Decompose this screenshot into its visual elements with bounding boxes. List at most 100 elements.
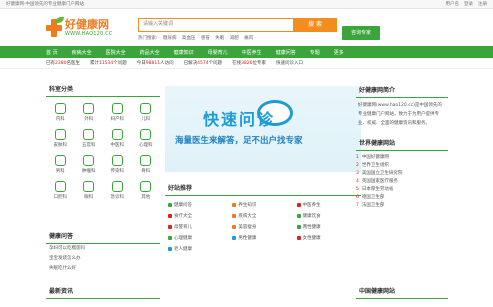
- recommend-item[interactable]: 美容瘦身: [232, 224, 296, 230]
- nav-item[interactable]: 更多: [334, 49, 344, 56]
- stats-ticker: 已有2380名医生 累计11534个问题 今日98811人访问 已解决4574个…: [0, 58, 493, 69]
- ranking-item[interactable]: 7 法国卫生部: [356, 202, 448, 210]
- category-item[interactable]: 五官科: [75, 129, 104, 148]
- stat-item: 已有2380名医生: [46, 61, 80, 66]
- category-item[interactable]: 骨科: [132, 155, 161, 174]
- category-item[interactable]: 男科: [46, 155, 75, 174]
- hot-word[interactable]: 痛风: [244, 36, 253, 41]
- stat-item: 累计11534个问题: [89, 61, 127, 66]
- ranking-item[interactable]: 5 日本厚生劳动省: [356, 186, 448, 194]
- site-logo[interactable]: 好健康网 WWW.HAO120.CC: [46, 16, 124, 37]
- recommend-item[interactable]: 健康饮食: [296, 213, 361, 219]
- department-icon: [83, 155, 95, 166]
- logo-name: 好健康网: [65, 17, 109, 31]
- hot-word[interactable]: 减肥: [230, 36, 239, 41]
- ranking-item[interactable]: 3 美国国立卫生研究院: [356, 170, 448, 178]
- category-grid: 内科 外科 妇产科 儿科 皮肤科 五官科 中医科 心理科 男科 肿瘤科 传染科 …: [46, 97, 160, 200]
- recommend-item[interactable]: 心理健康: [168, 235, 232, 241]
- ranking-panel: 世界健康网站 1 中国好健康网 2 世界卫生组织 3 美国国立卫生研究院 4 英国国家医…: [356, 139, 448, 210]
- qa-item[interactable]: 失眠吃什么好: [46, 264, 160, 274]
- recommend-item[interactable]: 健康问答: [168, 202, 232, 208]
- ranking-item[interactable]: 1 中国好健康网: [356, 154, 448, 162]
- newest-title: 最新资讯: [46, 287, 160, 299]
- cn-sites-title: 中国健康网站: [356, 287, 448, 299]
- department-icon: [83, 181, 95, 192]
- ranking-item[interactable]: 6 德国卫生部: [356, 194, 448, 202]
- login-link[interactable]: 登录: [464, 1, 473, 7]
- hot-word[interactable]: 失眠: [215, 36, 224, 41]
- stat-item: 在线3826位专家: [232, 61, 267, 66]
- qa-item[interactable]: 孕妇可以吃榴莲吗: [46, 244, 160, 254]
- hot-word[interactable]: 糖尿病: [163, 36, 177, 41]
- ranking-item[interactable]: 4 英国国家医疗服务: [356, 178, 448, 186]
- register-link[interactable]: 注册: [478, 1, 487, 7]
- nav-item[interactable]: 药品大全: [140, 49, 160, 56]
- consult-button[interactable]: 咨询专家: [342, 26, 380, 40]
- top-bar-slogan: 好健康网·中国领先的专业健康门户网站: [6, 2, 84, 7]
- category-item[interactable]: 妇产科: [103, 103, 132, 122]
- category-item[interactable]: 口腔科: [46, 181, 75, 200]
- category-item[interactable]: 心理科: [132, 129, 161, 148]
- search-input[interactable]: 请输入关键词: [138, 18, 295, 32]
- department-icon: [54, 129, 66, 140]
- recommend-item[interactable]: 女性健康: [296, 235, 361, 241]
- category-item[interactable]: 皮肤科: [46, 129, 75, 148]
- newest-panel: 最新资讯: [46, 287, 160, 299]
- recommend-item[interactable]: 食疗大全: [168, 213, 232, 219]
- hot-word[interactable]: 感冒: [201, 36, 210, 41]
- recommend-item[interactable]: 母婴育儿: [168, 224, 232, 230]
- recommend-title: 好站推荐: [165, 184, 361, 196]
- category-item[interactable]: 肿瘤科: [75, 155, 104, 174]
- category-item[interactable]: 急诊科: [103, 181, 132, 200]
- nav-item[interactable]: 医院大全: [106, 49, 126, 56]
- right-column: 好健康网简介 好健康网(www.hao120.cc)是中国领先的专业健康门户网站…: [356, 86, 448, 218]
- category-item[interactable]: 中医科: [103, 129, 132, 148]
- nav-item[interactable]: 健康知识: [174, 49, 194, 56]
- hot-label: 热门搜索:: [138, 36, 158, 41]
- category-item[interactable]: 儿科: [132, 103, 161, 122]
- top-bar: 好健康网·中国领先的专业健康门户网站 用户名 登录 注册: [0, 0, 493, 9]
- quick-consult-link[interactable]: 快速问诊入口: [276, 60, 303, 66]
- recommend-item[interactable]: 老人健康: [168, 246, 232, 252]
- nav-item-home[interactable]: 首 页: [46, 49, 58, 56]
- category-item[interactable]: 内科: [46, 103, 75, 122]
- search-bar: 请输入关键词 搜 索: [138, 18, 337, 32]
- nav-item[interactable]: 疾病大全: [72, 49, 92, 56]
- nav-item[interactable]: 母婴育儿: [208, 49, 228, 56]
- department-icon: [54, 103, 66, 114]
- nav-item[interactable]: 专题: [310, 49, 320, 56]
- recommend-item[interactable]: 中医养生: [296, 202, 361, 208]
- quick-consult-banner[interactable]: 快速问诊 海量医生来解答，足不出户找专家: [165, 86, 361, 172]
- stat-item: 今日98811人访问: [136, 61, 174, 66]
- category-title: 科室分类: [46, 85, 160, 97]
- recommend-item[interactable]: 疾病大全: [232, 213, 296, 219]
- hot-word[interactable]: 高血压: [182, 36, 196, 41]
- department-icon: [111, 155, 123, 166]
- health-qa-panel: 健康问答 孕妇可以吃榴莲吗 宝宝发烧怎么办 失眠吃什么好: [46, 232, 160, 274]
- ranking-list: 1 中国好健康网 2 世界卫生组织 3 美国国立卫生研究院 4 英国国家医疗服务 5 日本…: [356, 151, 448, 210]
- department-icon: [140, 181, 152, 192]
- logo-url: WWW.HAO120.CC: [65, 30, 113, 37]
- nav-item[interactable]: 健康问答: [276, 49, 296, 56]
- nav-item[interactable]: 中医养生: [242, 49, 262, 56]
- category-item[interactable]: 传染科: [103, 155, 132, 174]
- category-item[interactable]: 眼科: [75, 181, 104, 200]
- stat-item: 已解决4574个问题: [183, 61, 223, 66]
- health-qa-list: 孕妇可以吃榴莲吗 宝宝发烧怎么办 失眠吃什么好: [46, 244, 160, 274]
- department-icon: [111, 103, 123, 114]
- category-panel: 科室分类 内科 外科 妇产科 儿科 皮肤科 五官科 中医科 心理科 男科 肿瘤科…: [46, 85, 160, 200]
- category-item[interactable]: 外科: [75, 103, 104, 122]
- username-link[interactable]: 用户名: [446, 1, 460, 7]
- hot-words: 热门搜索: 糖尿病 高血压 感冒 失眠 减肥 痛风: [138, 35, 257, 41]
- recommend-item[interactable]: 两性健康: [296, 224, 361, 230]
- banner-subtitle: 海量医生来解答，足不出户找专家: [175, 136, 303, 146]
- qa-item[interactable]: 宝宝发烧怎么办: [46, 254, 160, 264]
- search-button[interactable]: 搜 索: [293, 18, 337, 32]
- department-icon: [140, 103, 152, 114]
- category-item[interactable]: 其他: [132, 181, 161, 200]
- ranking-item[interactable]: 2 世界卫生组织: [356, 162, 448, 170]
- recommend-item[interactable]: 男性健康: [232, 235, 296, 241]
- recommend-item[interactable]: 养生知识: [232, 202, 296, 208]
- department-icon: [83, 103, 95, 114]
- department-icon: [111, 129, 123, 140]
